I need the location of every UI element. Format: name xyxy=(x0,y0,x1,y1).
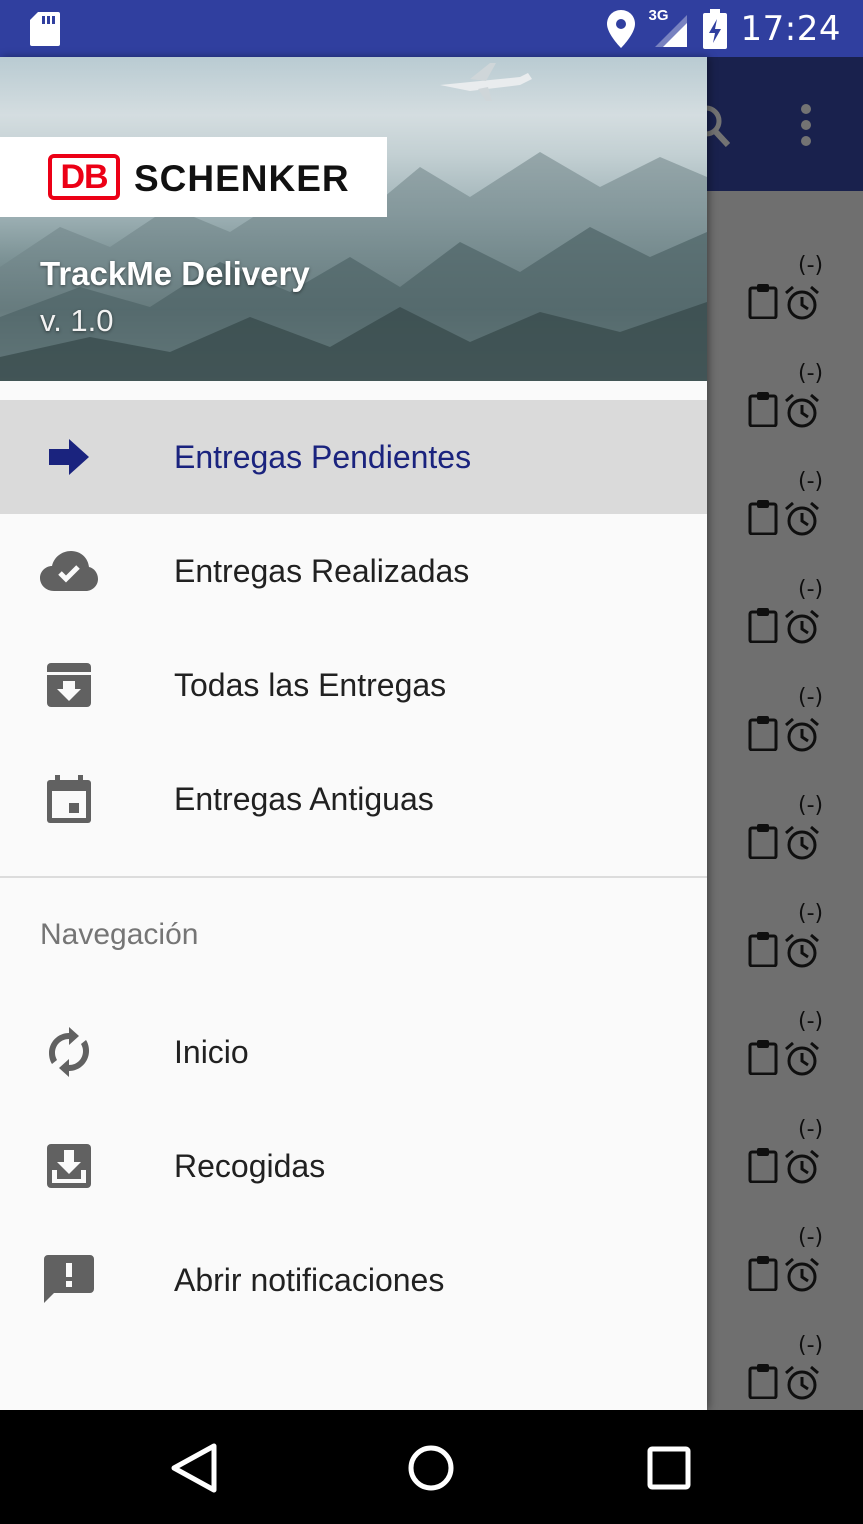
menu-item-abrir-notificaciones[interactable]: Abrir notificaciones xyxy=(0,1223,707,1337)
db-logo-mark: DB xyxy=(48,154,120,200)
feedback-icon xyxy=(40,1254,98,1306)
menu-item-label: Inicio xyxy=(174,1034,249,1070)
navigation-section-header: Navegación xyxy=(0,878,707,995)
drawer-header: DB SCHENKER TrackMe Delivery v. 1.0 xyxy=(0,57,707,381)
db-schenker-logo: DB SCHENKER xyxy=(0,137,387,217)
menu-item-entregas-pendientes[interactable]: Entregas Pendientes xyxy=(0,400,707,514)
archive-icon xyxy=(40,659,98,711)
download-box-icon xyxy=(40,1140,98,1192)
status-bar: 3G 17:24 xyxy=(0,0,863,57)
system-nav-bar xyxy=(0,1410,863,1524)
app-version: v. 1.0 xyxy=(40,303,114,338)
back-icon[interactable] xyxy=(166,1440,222,1496)
app-title: TrackMe Delivery xyxy=(40,255,310,292)
recents-icon[interactable] xyxy=(641,1440,697,1496)
home-icon[interactable] xyxy=(403,1440,459,1496)
clock-time: 17:24 xyxy=(740,8,841,49)
menu-item-recogidas[interactable]: Recogidas xyxy=(0,1109,707,1223)
menu-item-label: Recogidas xyxy=(174,1148,326,1184)
menu-item-entregas-antiguas[interactable]: Entregas Antiguas xyxy=(0,742,707,856)
menu-item-todas-las-entregas[interactable]: Todas las Entregas xyxy=(0,628,707,742)
cloud-done-icon xyxy=(40,545,98,597)
schenker-logo-text: SCHENKER xyxy=(134,158,350,199)
menu-item-inicio[interactable]: Inicio xyxy=(0,995,707,1109)
menu-item-label: Entregas Antiguas xyxy=(174,781,434,817)
location-icon xyxy=(606,9,635,48)
section-title: Navegación xyxy=(40,918,199,951)
menu-item-label: Todas las Entregas xyxy=(174,667,447,703)
battery-charging-icon xyxy=(702,8,727,49)
navigation-drawer: DB SCHENKER TrackMe Delivery v. 1.0 Entr… xyxy=(0,57,707,1410)
sd-card-icon xyxy=(30,12,60,46)
drawer-menu: Entregas Pendientes Entregas Realizadas … xyxy=(0,400,707,1337)
menu-item-label: Abrir notificaciones xyxy=(174,1262,445,1298)
calendar-icon xyxy=(40,773,98,825)
arrow-forward-icon xyxy=(40,431,98,483)
menu-item-label: Entregas Realizadas xyxy=(174,553,470,589)
sync-icon xyxy=(40,1026,98,1078)
menu-item-entregas-realizadas[interactable]: Entregas Realizadas xyxy=(0,514,707,628)
menu-item-label: Entregas Pendientes xyxy=(174,439,472,475)
signal-icon: 3G xyxy=(649,7,689,49)
